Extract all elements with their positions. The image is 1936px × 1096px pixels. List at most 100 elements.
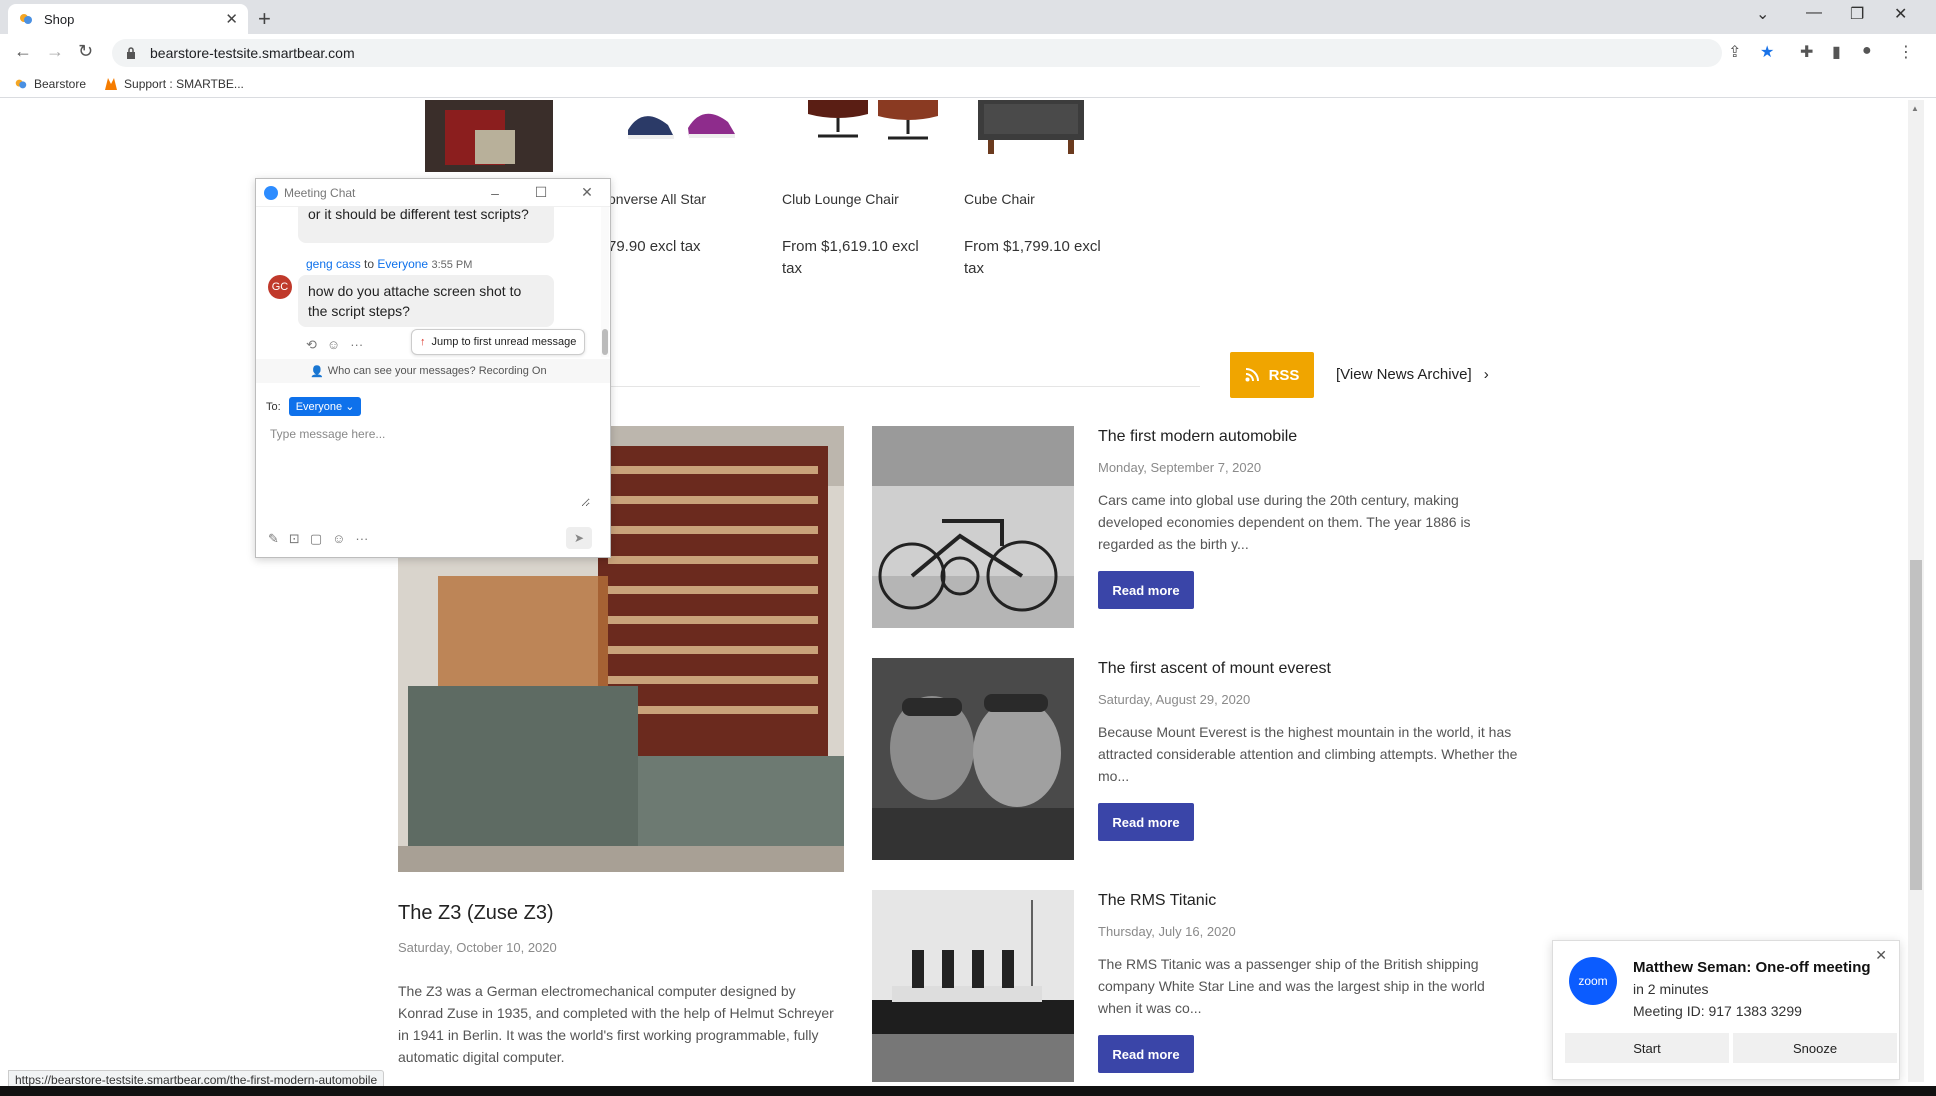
chat-message-bubble[interactable]: how do you attache screen shot to the sc… (298, 275, 554, 327)
sender-name[interactable]: geng cass (306, 257, 361, 271)
more-icon[interactable]: ··· (350, 337, 363, 353)
recipient-row: To: Everyone ⌄ (266, 397, 362, 416)
share-icon[interactable]: ⇪ (1728, 42, 1741, 62)
avatar: GC (268, 275, 292, 299)
jump-label: Jump to first unread message (431, 336, 577, 348)
close-icon[interactable]: ✕ (564, 184, 610, 201)
browser-tab-shop[interactable]: Shop ✕ (8, 4, 248, 34)
message-time: 3:55 PM (431, 259, 473, 271)
product-price: From $1,619.10 excl tax (782, 238, 919, 277)
file-icon[interactable]: ▢ (310, 531, 322, 547)
taskbar-edge (0, 1086, 1936, 1096)
product-price: From $1,799.10 excl tax (964, 238, 1101, 277)
scroll-up-arrow-icon[interactable]: ▲ (1911, 104, 1919, 113)
close-tab-icon[interactable]: ✕ (225, 10, 238, 28)
product-price: 79.90 excl tax (608, 238, 701, 255)
news-body: Cars came into global use during the 20t… (1098, 492, 1471, 552)
maximize-icon[interactable]: ☐ (518, 184, 564, 201)
profile-icon[interactable]: ● (1862, 42, 1872, 60)
close-icon[interactable]: ✕ (1875, 947, 1887, 964)
chat-title-bar[interactable]: Meeting Chat – ☐ ✕ (256, 179, 610, 207)
chat-message-input[interactable] (270, 427, 590, 507)
chat-scrollbar-thumb[interactable] (602, 329, 608, 355)
minimize-icon[interactable]: – (472, 185, 518, 201)
chevron-down-icon: ⌄ (345, 401, 355, 413)
side-panel-icon[interactable]: ▮ (1832, 42, 1841, 62)
product-image-cube-chair[interactable] (976, 100, 1086, 156)
new-tab-button[interactable]: + (258, 6, 271, 32)
news-title[interactable]: The first modern automobile (1098, 428, 1297, 446)
product-name[interactable]: Club Lounge Chair (782, 191, 899, 207)
message-text: or it should be different test scripts? (308, 207, 529, 222)
read-more-button[interactable]: Read more (1098, 803, 1194, 841)
rss-label: RSS (1268, 366, 1300, 384)
news-date: Saturday, August 29, 2020 (1098, 692, 1251, 707)
chat-window-title: Meeting Chat (284, 185, 356, 200)
emoji-icon[interactable]: ☺ (332, 531, 345, 547)
bookmark-support-smartbear[interactable]: Support : SMARTBE... (104, 77, 244, 91)
to-word: to (364, 257, 375, 271)
send-icon: ➤ (573, 531, 585, 545)
bookmark-star-icon[interactable]: ★ (1760, 42, 1774, 62)
forward-icon[interactable]: → (46, 41, 64, 62)
bookmark-label: Support : SMARTBE... (124, 76, 244, 91)
bookmark-bearstore[interactable]: Bearstore (14, 77, 86, 91)
news-body-featured: The Z3 was a German electromechanical co… (398, 983, 834, 1065)
news-date: Monday, September 7, 2020 (1098, 460, 1262, 475)
who-can-see-label: Who can see your messages? Recording On (327, 365, 547, 377)
recipient-dropdown[interactable]: Everyone ⌄ (288, 397, 362, 416)
who-can-see-messages[interactable]: 👤 Who can see your messages? Recording O… (256, 359, 610, 383)
send-button[interactable]: ➤ (566, 527, 592, 549)
rss-button[interactable]: RSS (1230, 352, 1314, 398)
news-image-everest-climbers[interactable] (872, 658, 1074, 860)
chat-toolbar: ✎ ⊡ ▢ ☺ ··· (268, 531, 368, 547)
format-icon[interactable]: ✎ (268, 531, 279, 547)
previous-chat-message: or it should be different test scripts? (298, 207, 554, 243)
tab-search-icon[interactable]: ⌄ (1756, 4, 1769, 24)
news-title[interactable]: The first ascent of mount everest (1098, 660, 1331, 678)
smartbear-favicon-icon (105, 77, 118, 90)
chat-scrollbar[interactable] (601, 207, 609, 357)
jump-to-unread-button[interactable]: ↑ Jump to first unread message (411, 329, 586, 355)
view-news-archive-link[interactable]: [View News Archive] › (1336, 366, 1489, 383)
zoom-meeting-notification: zoom ✕ Matthew Seman: One-off meeting in… (1552, 940, 1900, 1080)
read-more-button[interactable]: Read more (1098, 1035, 1194, 1073)
product-name[interactable]: onverse All Star (608, 191, 706, 207)
product-name[interactable]: Cube Chair (964, 191, 1035, 207)
close-window-icon[interactable]: ✕ (1894, 4, 1907, 24)
screenshot-icon[interactable]: ⊡ (289, 531, 300, 547)
menu-icon[interactable]: ⋮ (1898, 42, 1914, 62)
page-scrollbar-thumb[interactable] (1910, 560, 1922, 890)
snooze-button[interactable]: Snooze (1733, 1033, 1897, 1063)
address-bar[interactable]: bearstore-testsite.smartbear.com (112, 39, 1722, 67)
message-header: geng cass to Everyone 3:55 PM (306, 257, 472, 271)
arrow-up-icon: ↑ (420, 336, 426, 348)
news-title[interactable]: The RMS Titanic (1098, 892, 1216, 910)
reply-icon[interactable]: ⟲ (306, 337, 317, 353)
product-image-book[interactable] (425, 100, 553, 172)
read-more-button[interactable]: Read more (1098, 571, 1194, 609)
restore-icon[interactable]: ❐ (1850, 4, 1864, 24)
product-image-sneakers[interactable] (623, 100, 743, 142)
start-meeting-button[interactable]: Start (1565, 1033, 1729, 1063)
emoji-reaction-icon[interactable]: ☺ (327, 337, 340, 353)
news-title-featured[interactable]: The Z3 (Zuse Z3) (398, 902, 554, 925)
bookmark-label: Bearstore (34, 76, 87, 91)
reload-icon[interactable]: ↻ (78, 41, 93, 62)
extensions-icon[interactable]: ✚ (1800, 42, 1813, 62)
news-image-automobile[interactable] (872, 426, 1074, 628)
back-icon[interactable]: ← (14, 41, 32, 62)
message-actions: ⟲ ☺ ··· (306, 337, 363, 353)
url-text: bearstore-testsite.smartbear.com (150, 45, 355, 61)
meeting-title: Matthew Seman: One-off meeting (1633, 959, 1871, 976)
product-image-lounge-chair[interactable] (798, 100, 948, 142)
more-icon[interactable]: ··· (355, 531, 368, 547)
minimize-icon[interactable]: — (1806, 4, 1822, 22)
message-recipient: Everyone (377, 257, 429, 271)
meeting-id: Meeting ID: 917 1383 3299 (1633, 1003, 1802, 1019)
meeting-chat-window[interactable]: Meeting Chat – ☐ ✕ or it should be diffe… (255, 178, 611, 558)
news-image-titanic[interactable] (872, 890, 1074, 1082)
bookmarks-bar: Bearstore Support : SMARTBE... (0, 70, 1936, 98)
rss-icon (1245, 368, 1259, 382)
meeting-time-until: in 2 minutes (1633, 981, 1709, 997)
